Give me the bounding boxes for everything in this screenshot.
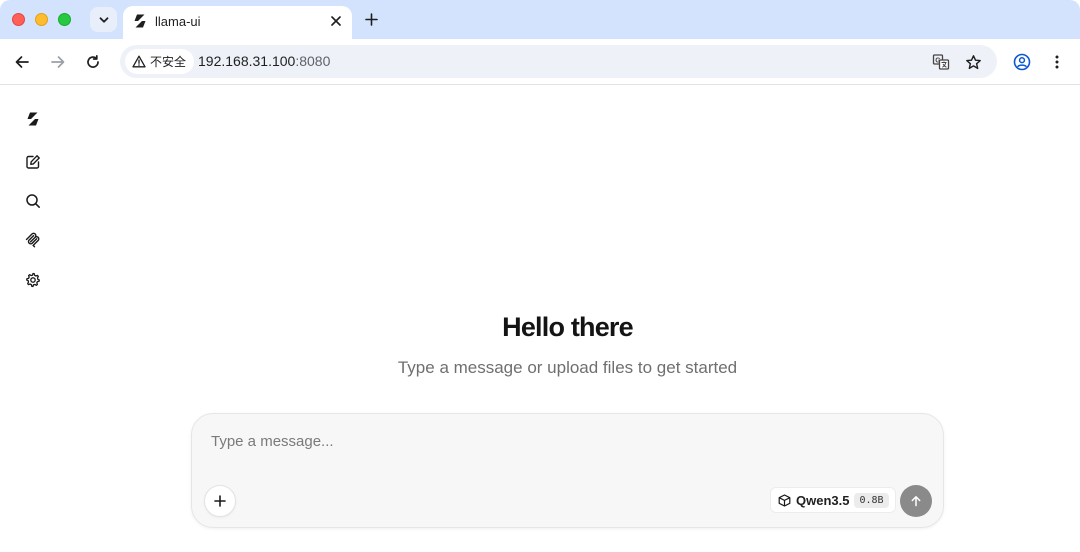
reload-icon bbox=[87, 54, 99, 68]
url-text[interactable]: 192.168.31.100:8080 bbox=[198, 53, 330, 69]
send-button[interactable] bbox=[900, 485, 932, 517]
browser-tab-strip: llama-ui bbox=[0, 0, 1080, 39]
settings-button[interactable] bbox=[23, 270, 43, 290]
browser-menu-button[interactable] bbox=[1046, 51, 1068, 73]
close-icon bbox=[331, 16, 341, 26]
more-vertical-icon bbox=[1055, 55, 1059, 69]
model-size-badge: 0.8B bbox=[854, 492, 889, 508]
chevron-down-icon bbox=[99, 16, 108, 23]
arrow-right-icon bbox=[51, 56, 65, 68]
chat-composer: Qwen3.5 0.8B bbox=[191, 413, 944, 528]
tab-close-button[interactable] bbox=[327, 12, 345, 30]
browser-toolbar: 不安全 192.168.31.100:8080 G bbox=[0, 39, 1080, 85]
security-indicator[interactable]: 不安全 bbox=[125, 49, 195, 74]
profile-button[interactable] bbox=[1011, 51, 1033, 73]
warning-icon bbox=[132, 55, 146, 68]
close-window-button[interactable] bbox=[12, 13, 25, 26]
forward-button[interactable] bbox=[47, 51, 69, 73]
arrow-left-icon bbox=[15, 56, 29, 68]
model-selector[interactable]: Qwen3.5 0.8B bbox=[770, 487, 896, 513]
bookmark-button[interactable] bbox=[962, 51, 984, 73]
arrow-up-icon bbox=[911, 496, 921, 507]
search-chats-button[interactable] bbox=[23, 191, 43, 211]
tab-search-button[interactable] bbox=[90, 7, 117, 32]
cube-icon bbox=[778, 493, 791, 507]
address-bar[interactable]: 不安全 192.168.31.100:8080 G bbox=[120, 45, 997, 78]
browser-tab-active[interactable]: llama-ui bbox=[123, 6, 352, 39]
model-name: Qwen3.5 bbox=[796, 492, 850, 508]
welcome-subtitle: Type a message or upload files to get st… bbox=[397, 358, 738, 377]
llama-logo-icon bbox=[27, 112, 39, 126]
search-icon bbox=[26, 194, 40, 208]
gear-icon bbox=[26, 272, 40, 288]
attach-file-button[interactable] bbox=[204, 485, 236, 517]
url-port: :8080 bbox=[295, 53, 331, 69]
message-input[interactable] bbox=[211, 430, 911, 452]
account-icon bbox=[1013, 53, 1031, 71]
mcp-servers-button[interactable] bbox=[23, 230, 43, 250]
llama-logo-icon bbox=[134, 14, 146, 28]
new-chat-icon bbox=[26, 155, 40, 169]
mcp-icon bbox=[25, 232, 40, 248]
tab-title: llama-ui bbox=[155, 14, 201, 29]
maximize-window-button[interactable] bbox=[58, 13, 71, 26]
new-tab-button[interactable] bbox=[360, 8, 382, 30]
new-chat-button[interactable] bbox=[23, 152, 43, 172]
home-logo-button[interactable] bbox=[23, 109, 43, 129]
translate-button[interactable]: G bbox=[930, 51, 952, 73]
plus-icon bbox=[364, 12, 378, 26]
security-label: 不安全 bbox=[150, 55, 187, 69]
star-icon bbox=[965, 54, 981, 69]
translate-icon: G bbox=[932, 54, 950, 70]
url-host: 192.168.31.100 bbox=[198, 53, 296, 69]
reload-button[interactable] bbox=[82, 51, 104, 73]
minimize-window-button[interactable] bbox=[35, 13, 48, 26]
plus-icon bbox=[214, 495, 226, 507]
welcome-heading: Hello there bbox=[502, 312, 634, 342]
back-button[interactable] bbox=[11, 51, 33, 73]
